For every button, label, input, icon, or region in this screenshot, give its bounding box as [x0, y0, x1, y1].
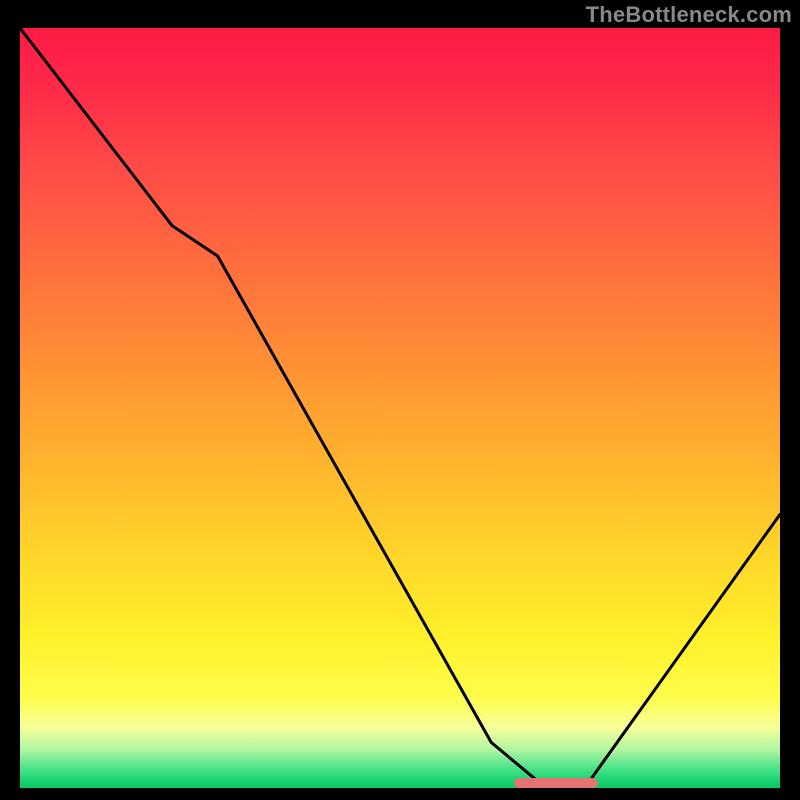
watermark-text: TheBottleneck.com [586, 2, 792, 28]
bottleneck-curve [20, 28, 780, 788]
y-axis [10, 28, 20, 788]
optimal-marker [514, 778, 598, 788]
x-axis [20, 788, 780, 798]
plot-area [20, 28, 780, 788]
